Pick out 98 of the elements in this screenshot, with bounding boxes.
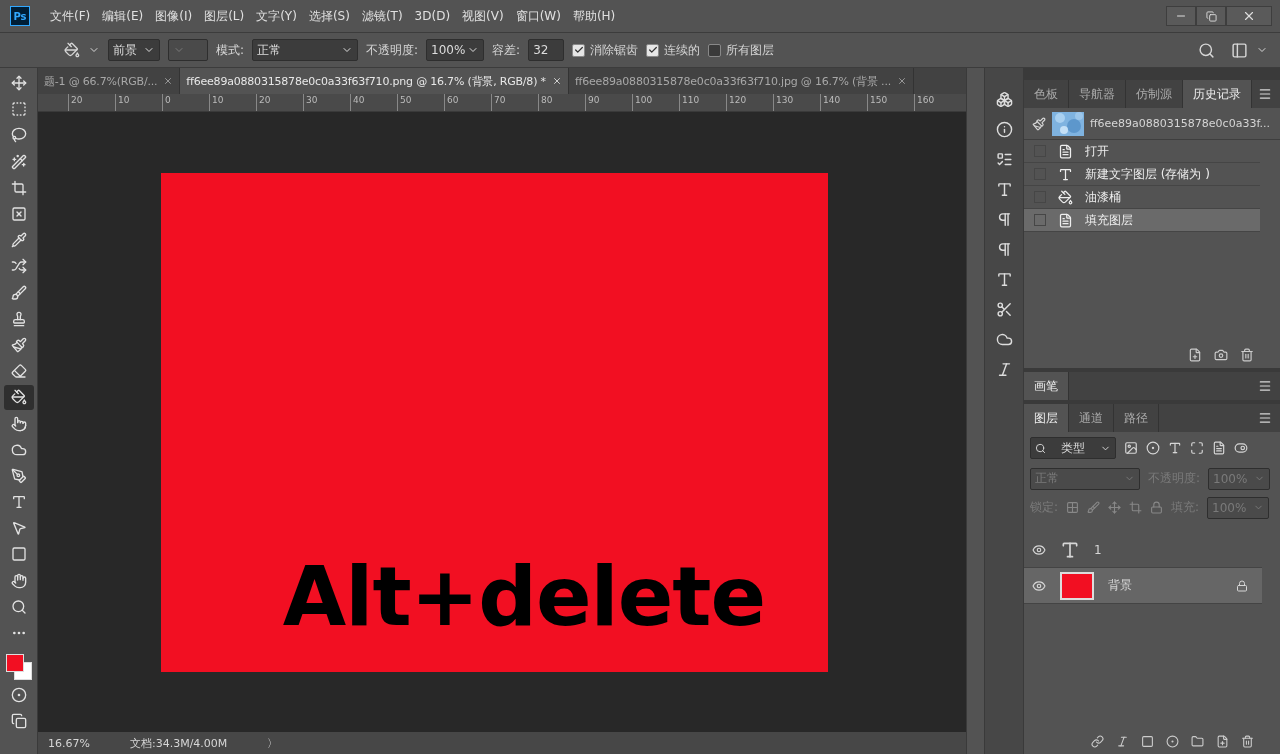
workspace-icon[interactable] bbox=[1231, 41, 1248, 59]
adjustment-filter-icon[interactable] bbox=[1146, 441, 1160, 455]
paint-bucket-icon bbox=[1058, 189, 1073, 205]
search-icon bbox=[1035, 442, 1046, 454]
close-icon[interactable] bbox=[551, 76, 562, 86]
menu-icon[interactable] bbox=[1258, 379, 1272, 393]
panel-tab[interactable]: 历史记录 bbox=[1183, 80, 1252, 108]
tolerance-field[interactable]: 32 bbox=[528, 39, 565, 61]
menu-item[interactable]: 图层(L) bbox=[198, 7, 251, 25]
menu-item[interactable]: 滤镜(T) bbox=[355, 7, 409, 25]
ruler-label: 150 bbox=[867, 94, 914, 111]
brush-icon bbox=[1032, 116, 1046, 131]
document-size: 文档:34.3M/4.00M bbox=[129, 735, 228, 751]
history-item[interactable]: 填充图层 bbox=[1024, 209, 1260, 232]
trash-icon[interactable] bbox=[1240, 348, 1254, 362]
menu-item[interactable]: 文件(F) bbox=[44, 7, 97, 25]
layer-row[interactable]: 背景 bbox=[1024, 568, 1262, 604]
opacity-label: 不透明度: bbox=[366, 41, 419, 59]
fx-icon[interactable] bbox=[1116, 734, 1129, 748]
close-icon[interactable] bbox=[163, 76, 174, 86]
ruler-label: 60 bbox=[444, 94, 491, 111]
menu-item[interactable]: 图像(I) bbox=[149, 7, 199, 25]
ruler-label: 20 bbox=[256, 94, 303, 111]
ruler-label: 10 bbox=[209, 94, 256, 111]
foreground-swatch[interactable] bbox=[5, 654, 24, 673]
menu-item[interactable]: 3D(D) bbox=[408, 9, 457, 23]
checkbox-label: 所有图层 bbox=[726, 41, 775, 59]
mode-label: 模式: bbox=[216, 41, 245, 59]
close-icon[interactable] bbox=[897, 76, 907, 86]
folder-icon[interactable] bbox=[1191, 734, 1204, 748]
ruler-label: 90 bbox=[585, 94, 632, 111]
close-button[interactable] bbox=[1226, 6, 1272, 26]
layer-name: 背景 bbox=[1108, 577, 1132, 594]
checkbox[interactable] bbox=[572, 43, 586, 57]
snapshot-name[interactable]: ff6ee89a0880315878e0c0a33f... bbox=[1090, 117, 1270, 130]
ruler-label: 40 bbox=[350, 94, 397, 111]
new-document-icon[interactable] bbox=[1188, 348, 1202, 362]
menu-icon[interactable] bbox=[1258, 87, 1272, 101]
document-icon bbox=[1058, 212, 1073, 228]
filter-toggle-icon[interactable] bbox=[1234, 441, 1248, 455]
menu-item[interactable]: 编辑(E) bbox=[96, 7, 150, 25]
image-filter-icon[interactable] bbox=[1124, 441, 1138, 455]
ruler-label: 100 bbox=[632, 94, 679, 111]
zoom-level: 16.67% bbox=[48, 736, 90, 750]
panel-tab[interactable]: 图层 bbox=[1024, 404, 1069, 432]
ruler-label: 80 bbox=[538, 94, 585, 111]
checkbox[interactable] bbox=[708, 43, 722, 57]
fill-source-select[interactable]: 前景 bbox=[108, 39, 160, 61]
checkbox-label: 消除锯齿 bbox=[590, 41, 639, 59]
ruler-label: 50 bbox=[397, 94, 444, 111]
tolerance-label: 容差: bbox=[492, 41, 521, 59]
close-icon bbox=[1242, 9, 1256, 23]
ruler-label: 160 bbox=[914, 94, 961, 111]
document-tab[interactable]: ff6ee89a0880315878e0c0a33f63f710.png @ 16.7% (背景, RGB/8) * bbox=[180, 68, 569, 94]
checkbox[interactable] bbox=[646, 43, 660, 57]
app-logo: Ps bbox=[10, 6, 30, 26]
camera-icon[interactable] bbox=[1214, 348, 1228, 362]
smart-object-filter-icon[interactable] bbox=[1212, 441, 1226, 455]
filter-select[interactable]: 类型 bbox=[1030, 437, 1116, 459]
ruler-label: 0 bbox=[162, 94, 209, 111]
ruler-label: 140 bbox=[820, 94, 867, 111]
type-filter-icon[interactable] bbox=[1168, 441, 1182, 455]
menu-item[interactable]: 选择(S) bbox=[302, 7, 356, 25]
restore-icon bbox=[1205, 10, 1217, 22]
ruler-label: 130 bbox=[773, 94, 820, 111]
layer-name: 1 bbox=[1094, 542, 1102, 557]
adjustment-icon[interactable] bbox=[1166, 734, 1179, 748]
search-icon[interactable] bbox=[1198, 41, 1215, 59]
panel-tab[interactable]: 画笔 bbox=[1024, 372, 1069, 400]
menu-item[interactable]: 窗口(W) bbox=[509, 7, 567, 25]
type-icon bbox=[1058, 166, 1073, 182]
maximize-button[interactable] bbox=[1196, 6, 1226, 26]
canvas-text: Alt+delete bbox=[282, 548, 766, 644]
ruler-label: 110 bbox=[679, 94, 726, 111]
mode-select[interactable]: 正常 bbox=[252, 39, 359, 61]
ruler-label: 20 bbox=[68, 94, 115, 111]
status-arrow[interactable]: 〉 bbox=[267, 735, 279, 751]
eye-icon[interactable] bbox=[1032, 578, 1046, 593]
menu-item[interactable]: 帮助(H) bbox=[566, 7, 622, 25]
minimize-button[interactable] bbox=[1166, 6, 1196, 26]
trash-icon[interactable] bbox=[1241, 734, 1254, 748]
menu-item[interactable]: 视图(V) bbox=[456, 7, 510, 25]
shape-filter-icon[interactable] bbox=[1190, 441, 1204, 455]
ruler-label: 30 bbox=[303, 94, 350, 111]
ruler-label: 120 bbox=[726, 94, 773, 111]
document-icon bbox=[1058, 143, 1073, 159]
paint-bucket-icon[interactable] bbox=[3, 384, 34, 410]
ruler-label: 10 bbox=[115, 94, 162, 111]
menu-item[interactable]: 文字(Y) bbox=[250, 7, 303, 25]
paint-bucket-icon[interactable] bbox=[64, 42, 80, 58]
checkbox-label: 连续的 bbox=[664, 41, 701, 59]
opacity-field[interactable]: 100% bbox=[426, 39, 485, 61]
menu-icon[interactable] bbox=[1258, 411, 1272, 425]
ruler-label: 70 bbox=[491, 94, 538, 111]
new-layer-icon[interactable] bbox=[1216, 734, 1229, 748]
mask-icon[interactable] bbox=[1141, 734, 1154, 748]
eye-icon[interactable] bbox=[1032, 542, 1046, 557]
link-icon[interactable] bbox=[1091, 734, 1104, 748]
